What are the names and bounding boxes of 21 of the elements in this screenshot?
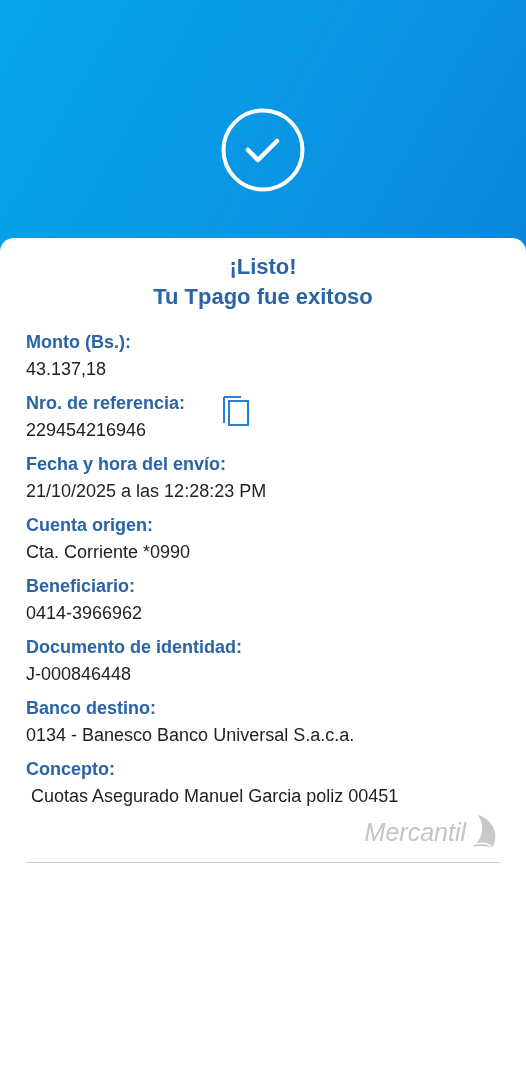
field-value: 0134 - Banesco Banco Universal S.a.c.a. (26, 724, 356, 747)
field-value: Cuotas Asegurado Manuel Garcia poliz 00451 (30, 785, 400, 808)
field-label: Beneficiario: (26, 575, 136, 598)
field-label: Monto (Bs.): (26, 331, 131, 354)
field-label: Documento de identidad: (26, 636, 242, 659)
field-label: Nro. de referencia: (26, 392, 186, 415)
field-label: Fecha y hora del envío: (26, 453, 227, 476)
field-value: 229454216946 (26, 419, 148, 442)
field-label: Concepto: (26, 758, 115, 781)
success-title: ¡Listo! (229, 253, 297, 281)
success-title: Tu Tpago fue exitoso (153, 283, 373, 311)
bank-logo-text: Mercantil (364, 817, 466, 847)
field-value: Cta. Corriente *0990 (26, 541, 192, 564)
field-value: 0414-3966962 (26, 602, 144, 625)
field-value: 43.137,18 (26, 358, 108, 381)
field-label: Banco destino: (26, 697, 156, 720)
copy-icon[interactable] (221, 393, 252, 427)
check-circle-icon (221, 108, 305, 192)
field-value: 21/10/2025 a las 12:28:23 PM (26, 480, 268, 503)
field-value: J-000846448 (26, 663, 133, 686)
field-label: Cuenta origen: (26, 514, 153, 537)
